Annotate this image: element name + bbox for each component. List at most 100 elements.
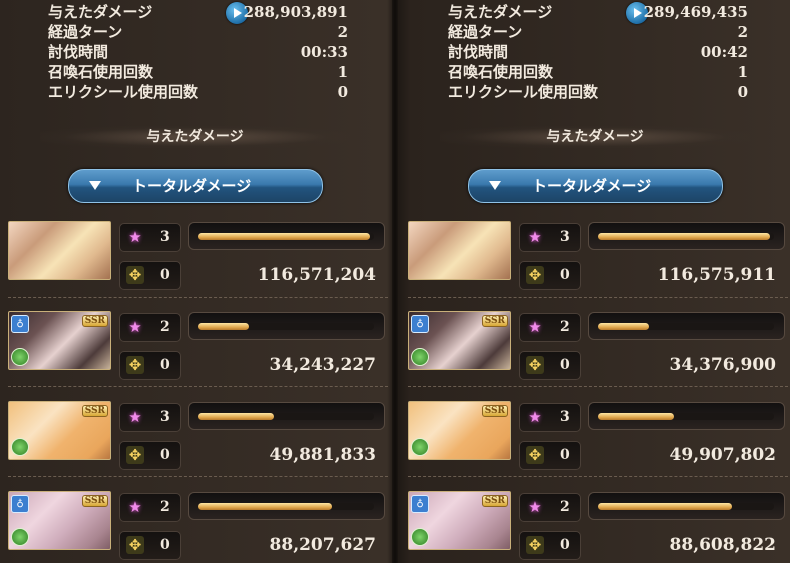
damage-bar	[588, 492, 785, 520]
charge-attack-icon: ✥	[126, 446, 144, 464]
ca-count: 0	[160, 537, 170, 553]
stat-elixir: エリクシール使用回数 0	[448, 82, 748, 102]
ca-count: 0	[560, 267, 570, 283]
character-portrait[interactable]: SSR	[408, 401, 511, 460]
ca-count-chip: ✥ 0	[119, 261, 181, 290]
dropdown-label: トータルダメージ	[532, 177, 652, 195]
damage-type-dropdown[interactable]: トータルダメージ	[68, 169, 323, 203]
stat-damage-value: 288,903,891	[243, 3, 348, 21]
stat-damage-label: 与えたダメージ	[448, 3, 553, 21]
damage-bar	[188, 492, 385, 520]
row-separator	[408, 386, 788, 387]
character-row: ♁ SSR ★ 2 ✥ 0 34,243,227	[8, 311, 388, 380]
section-title: 与えたダメージ	[40, 126, 350, 148]
class-icon: ♁	[411, 495, 429, 513]
stat-elixir-label: エリクシール使用回数	[448, 83, 599, 101]
stat-turns-label: 経過ターン	[48, 23, 123, 41]
stat-damage: 与えたダメージ 289,469,435	[448, 2, 748, 24]
ca-count: 0	[560, 357, 570, 373]
ssr-badge: SSR	[81, 405, 108, 417]
ability-count: 2	[560, 319, 570, 335]
stat-time-value: 00:33	[300, 43, 348, 61]
section-title: 与えたダメージ	[440, 126, 750, 148]
character-portrait[interactable]: SSR	[8, 401, 111, 460]
results-panel-left: 与えたダメージ 288,903,891 経過ターン 2 討伐時間 00:33 召…	[0, 0, 390, 563]
ability-count-chip: ★ 2	[119, 313, 181, 342]
wind-element-icon	[411, 348, 429, 366]
damage-value: 88,207,627	[269, 535, 376, 555]
character-portrait[interactable]	[408, 221, 511, 280]
damage-bar-fill	[598, 323, 650, 330]
stat-damage-value: 289,469,435	[643, 3, 748, 21]
charge-attack-icon: ✥	[126, 536, 144, 554]
row-separator	[8, 297, 388, 298]
damage-value: 34,243,227	[269, 355, 376, 375]
ssr-badge: SSR	[481, 495, 508, 507]
ability-count-chip: ★ 3	[519, 403, 581, 432]
class-icon: ♁	[11, 495, 29, 513]
damage-value: 88,608,822	[669, 535, 776, 555]
character-portrait[interactable]: ♁ SSR	[408, 491, 511, 550]
stat-time: 討伐時間 00:42	[448, 42, 748, 62]
stat-elixir-label: エリクシール使用回数	[48, 83, 199, 101]
stat-summon: 召喚石使用回数 1	[48, 62, 348, 82]
damage-bar-fill	[598, 233, 771, 240]
ability-count: 2	[160, 319, 170, 335]
damage-bar-fill	[198, 233, 371, 240]
damage-type-dropdown[interactable]: トータルダメージ	[468, 169, 723, 203]
wind-element-icon	[11, 438, 29, 456]
ca-count-chip: ✥ 0	[119, 351, 181, 380]
ability-count-chip: ★ 3	[519, 223, 581, 252]
wind-element-icon	[11, 348, 29, 366]
row-separator	[8, 386, 388, 387]
stat-elixir-value: 0	[337, 83, 348, 101]
ability-count: 2	[560, 499, 570, 515]
chevron-down-icon	[489, 181, 501, 190]
damage-value: 49,907,802	[669, 445, 776, 465]
ca-count: 0	[160, 447, 170, 463]
panel-divider	[392, 0, 398, 563]
character-row: ★ 3 ✥ 0 116,575,911	[408, 221, 788, 290]
character-portrait[interactable]: ♁ SSR	[8, 311, 111, 370]
charge-attack-icon: ✥	[526, 536, 544, 554]
ability-count-chip: ★ 2	[519, 493, 581, 522]
damage-value: 34,376,900	[669, 355, 776, 375]
damage-bar-fill	[598, 503, 732, 510]
character-portrait[interactable]: ♁ SSR	[408, 311, 511, 370]
ca-count: 0	[160, 357, 170, 373]
stat-damage-label: 与えたダメージ	[48, 3, 153, 21]
damage-bar	[588, 312, 785, 340]
ca-count: 0	[560, 537, 570, 553]
star-icon: ★	[128, 318, 142, 336]
charge-attack-icon: ✥	[526, 446, 544, 464]
ca-count: 0	[160, 267, 170, 283]
character-portrait[interactable]	[8, 221, 111, 280]
row-separator	[408, 297, 788, 298]
stat-time-label: 討伐時間	[448, 43, 509, 61]
ability-count-chip: ★ 3	[119, 223, 181, 252]
stat-summon-label: 召喚石使用回数	[48, 63, 154, 81]
stat-damage: 与えたダメージ 288,903,891	[48, 2, 348, 24]
damage-value: 116,571,204	[257, 265, 376, 285]
ca-count-chip: ✥ 0	[519, 261, 581, 290]
damage-bar	[188, 222, 385, 250]
damage-bar	[188, 402, 385, 430]
stat-summon-label: 召喚石使用回数	[448, 63, 554, 81]
ability-count: 3	[560, 409, 570, 425]
character-portrait[interactable]: ♁ SSR	[8, 491, 111, 550]
stat-time: 討伐時間 00:33	[48, 42, 348, 62]
character-row: ★ 3 ✥ 0 116,571,204	[8, 221, 388, 290]
stat-summon: 召喚石使用回数 1	[448, 62, 748, 82]
stat-elixir: エリクシール使用回数 0	[48, 82, 348, 102]
ability-count-chip: ★ 2	[119, 493, 181, 522]
character-row: SSR ★ 3 ✥ 0 49,881,833	[8, 401, 388, 470]
results-panel-right: 与えたダメージ 289,469,435 経過ターン 2 討伐時間 00:42 召…	[400, 0, 790, 563]
ssr-badge: SSR	[481, 405, 508, 417]
ssr-badge: SSR	[81, 315, 108, 327]
stat-turns-value: 2	[337, 23, 348, 41]
ability-count-chip: ★ 2	[519, 313, 581, 342]
stat-turns-value: 2	[737, 23, 748, 41]
damage-bar	[588, 222, 785, 250]
class-icon: ♁	[411, 315, 429, 333]
class-icon: ♁	[11, 315, 29, 333]
